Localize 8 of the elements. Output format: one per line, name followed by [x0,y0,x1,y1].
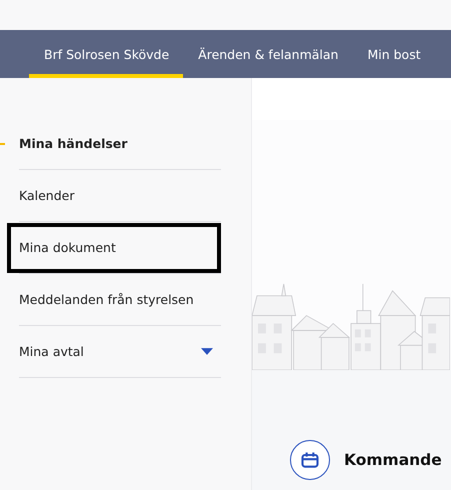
nav-tab[interactable]: Ärenden & felanmälan [183,30,352,78]
sidebar-link[interactable]: Mina händelser [19,120,221,166]
section-title: Kommande [344,451,442,469]
calendar-icon [290,440,330,480]
sidebar-link[interactable]: Kalender [19,172,221,218]
sidebar-dropdown[interactable]: Mina avtal [19,328,221,374]
sidebar-link[interactable]: Meddelanden från styrelsen [19,276,221,322]
nav-tab[interactable]: Min bost [352,30,435,78]
